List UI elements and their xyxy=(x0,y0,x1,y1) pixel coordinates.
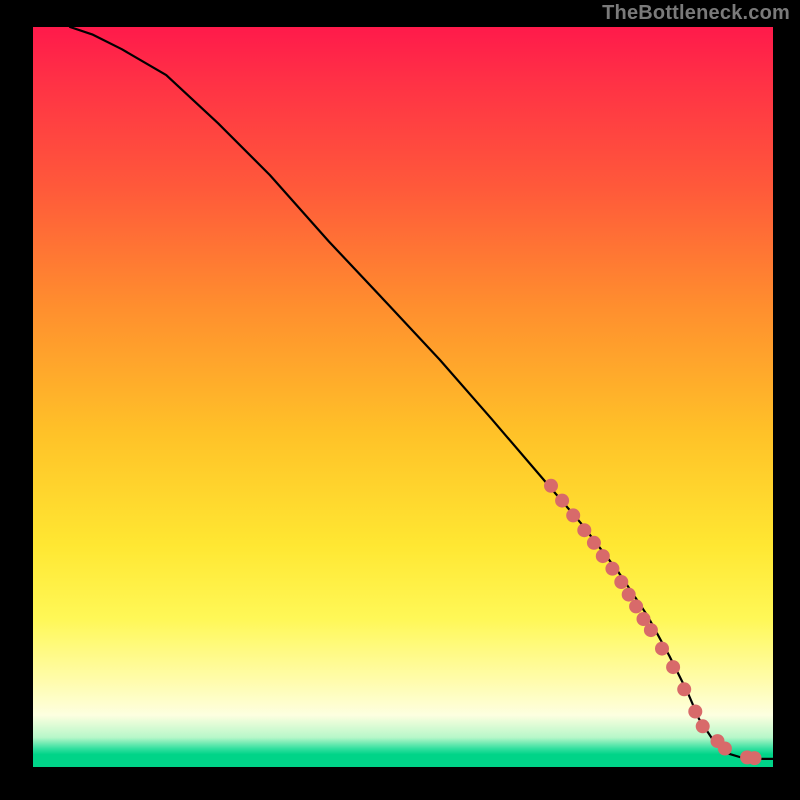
plot-area xyxy=(33,27,773,767)
watermark-text: TheBottleneck.com xyxy=(602,2,790,25)
chart-frame: TheBottleneck.com xyxy=(0,0,800,800)
heat-gradient xyxy=(33,27,773,767)
